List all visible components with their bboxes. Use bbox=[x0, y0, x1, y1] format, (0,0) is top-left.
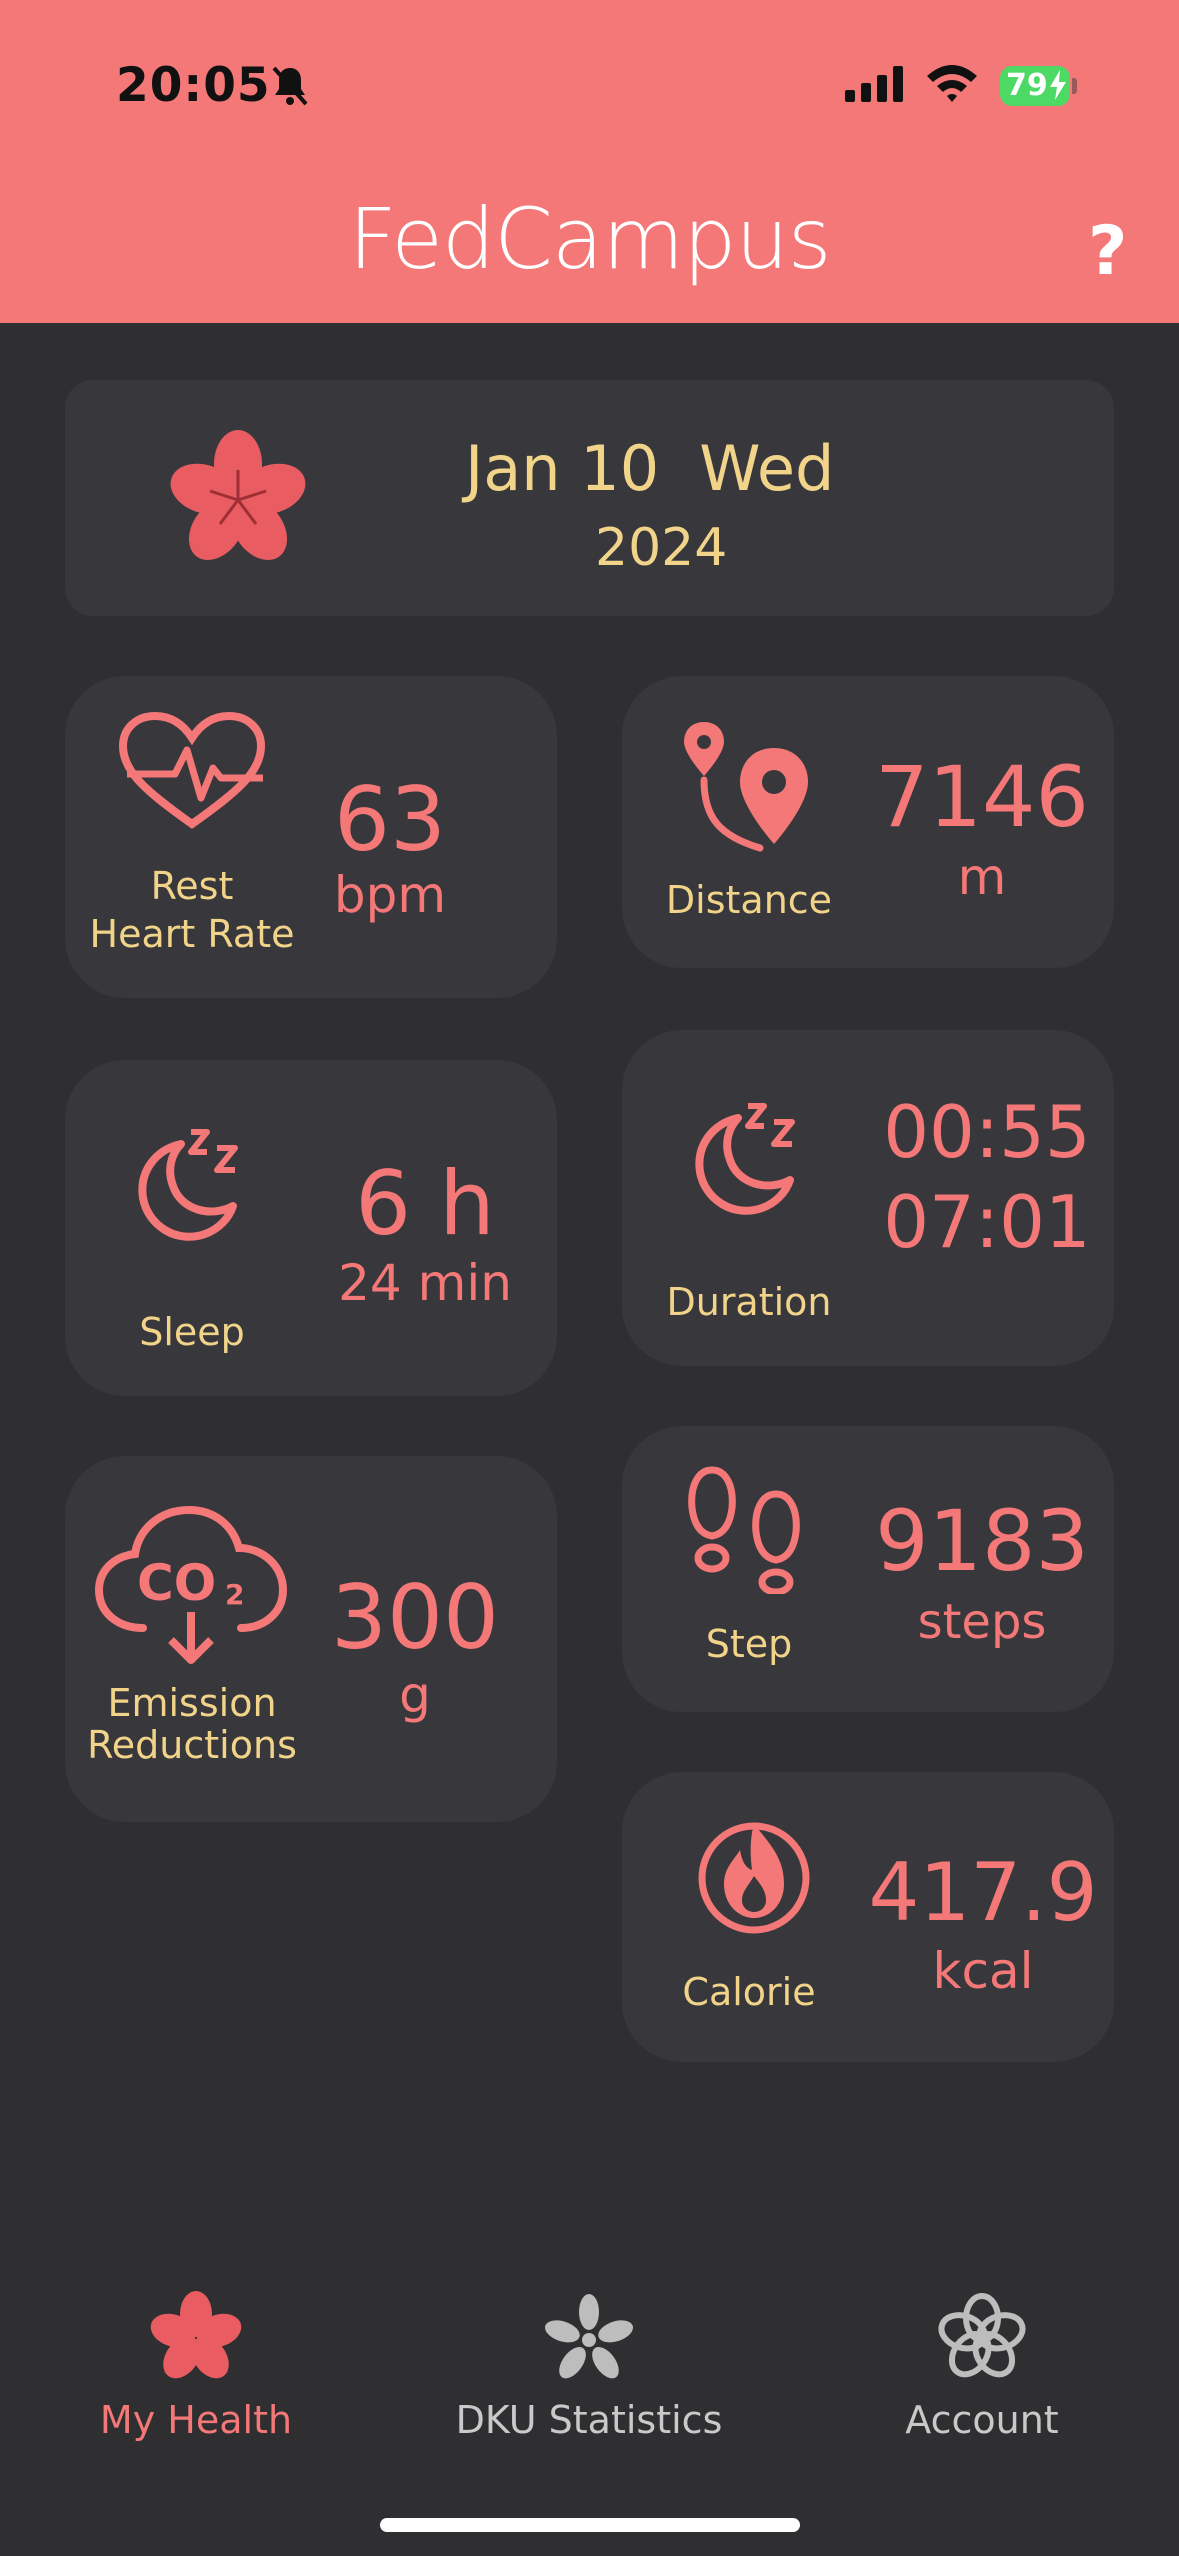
calorie-unit: kcal bbox=[932, 1942, 1034, 2000]
sleep-minutes: 24 min bbox=[338, 1254, 512, 1312]
wifi-icon bbox=[927, 65, 977, 102]
moon-sleep-icon bbox=[695, 1103, 795, 1215]
emission-card[interactable]: CO 2 Emission Reductions 300 g bbox=[65, 1456, 557, 1822]
calorie-value: 417.9 bbox=[868, 1846, 1098, 1939]
emission-label: Emission Reductions bbox=[65, 1682, 319, 1766]
distance-value: 7146 bbox=[875, 748, 1089, 846]
tab-account-label: Account bbox=[905, 2398, 1059, 2442]
duration-start: 00:55 bbox=[883, 1090, 1091, 1174]
step-label: Step bbox=[705, 1622, 793, 1666]
step-value: 9183 bbox=[875, 1492, 1089, 1590]
emission-label-line2: Reductions bbox=[87, 1723, 297, 1767]
moon-sleep-icon bbox=[138, 1129, 238, 1241]
flower-logo-icon bbox=[170, 430, 306, 561]
statistics-icon bbox=[544, 2294, 634, 2379]
calorie-card[interactable]: Calorie 417.9 kcal bbox=[622, 1772, 1114, 2062]
sleep-hours: 6 h bbox=[355, 1152, 495, 1255]
tab-dku-statistics-label: DKU Statistics bbox=[455, 2398, 723, 2442]
app-title: FedCampus bbox=[348, 190, 832, 288]
heart-rate-unit: bpm bbox=[333, 866, 447, 924]
calorie-label: Calorie bbox=[682, 1970, 816, 2014]
account-icon bbox=[938, 2293, 1026, 2378]
distance-unit: m bbox=[957, 848, 1007, 906]
bell-muted-icon bbox=[272, 66, 308, 106]
svg-text:2: 2 bbox=[225, 1578, 244, 1611]
heart-rate-label-line1: Rest bbox=[150, 864, 234, 908]
footprints-icon bbox=[688, 1466, 800, 1594]
heart-rate-label-line2: Heart Rate bbox=[89, 912, 295, 956]
heart-rate-value: 63 bbox=[334, 768, 446, 871]
flower-icon bbox=[150, 2291, 242, 2379]
date-card[interactable]: Jan 10 Wed 2024 bbox=[65, 380, 1114, 616]
emission-unit: g bbox=[399, 1666, 431, 1724]
sleep-card[interactable]: Sleep 6 h 24 min bbox=[65, 1060, 557, 1396]
battery-level: 79 bbox=[1006, 68, 1048, 103]
heart-pulse-icon bbox=[118, 712, 266, 829]
bottom-tab-bar: My Health DKU Statistics Account bbox=[0, 2260, 1179, 2556]
date-month-day: Jan 10 bbox=[465, 432, 660, 505]
charging-bolt-icon bbox=[1050, 70, 1066, 100]
flame-icon bbox=[698, 1822, 810, 1934]
date-main: Jan 10 Wed bbox=[465, 432, 834, 505]
tab-my-health[interactable]: My Health bbox=[36, 2290, 356, 2442]
battery-cap bbox=[1072, 78, 1077, 94]
heart-rate-label: Rest Heart Rate bbox=[65, 862, 319, 958]
tab-dku-statistics[interactable]: DKU Statistics bbox=[429, 2290, 749, 2442]
distance-card[interactable]: Distance 7146 m bbox=[622, 676, 1114, 968]
co2-cloud-icon: CO 2 bbox=[94, 1505, 288, 1664]
cellular-signal-icon bbox=[845, 66, 903, 102]
battery-indicator: 79 bbox=[1000, 66, 1070, 106]
app-header: 20:05 79 FedCampus ? bbox=[0, 0, 1179, 323]
emission-value: 300 bbox=[331, 1566, 499, 1669]
home-indicator[interactable] bbox=[380, 2518, 800, 2532]
emission-label-line1: Emission bbox=[107, 1681, 277, 1725]
distance-label: Distance bbox=[665, 878, 833, 922]
sleep-duration-card[interactable]: Duration 00:55 07:01 bbox=[622, 1030, 1114, 1366]
tab-my-health-label: My Health bbox=[99, 2398, 293, 2442]
duration-end: 07:01 bbox=[883, 1180, 1091, 1264]
status-time: 20:05 bbox=[116, 58, 271, 113]
svg-text:CO: CO bbox=[137, 1554, 216, 1612]
duration-label: Duration bbox=[666, 1280, 832, 1324]
tab-account[interactable]: Account bbox=[822, 2290, 1142, 2442]
date-weekday: Wed bbox=[699, 432, 835, 505]
route-map-pin-icon bbox=[684, 722, 808, 852]
sleep-label: Sleep bbox=[139, 1310, 245, 1354]
step-card[interactable]: Step 9183 steps bbox=[622, 1426, 1114, 1712]
heart-rate-card[interactable]: Rest Heart Rate 63 bpm bbox=[65, 676, 557, 998]
step-unit: steps bbox=[917, 1594, 1047, 1650]
help-button[interactable]: ? bbox=[1088, 212, 1127, 291]
date-year: 2024 bbox=[595, 518, 728, 578]
